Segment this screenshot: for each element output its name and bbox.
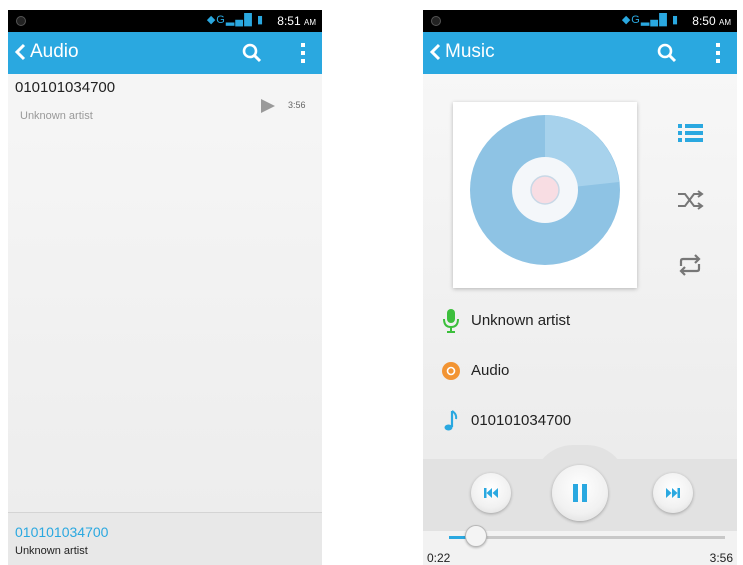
artist-row: Unknown artist — [441, 306, 721, 336]
track-row: 010101034700 — [441, 406, 721, 436]
pause-icon — [573, 484, 587, 502]
back-chevron-icon[interactable] — [13, 40, 29, 64]
music-note-icon — [444, 410, 458, 431]
track-title: 010101034700 — [15, 79, 116, 96]
elapsed-time: 0:22 — [427, 551, 451, 565]
seek-bar[interactable] — [449, 536, 725, 539]
app-bar: Music — [423, 32, 737, 74]
artist-name: Unknown artist — [471, 312, 571, 329]
audio-list-screen: ◆G▂▄█ ▮ 8:51 AM Audio 010101034700 Unkno… — [8, 10, 322, 565]
status-bar: ◆G▂▄█ ▮ 8:50 AM — [423, 10, 737, 32]
notification-icon — [16, 16, 26, 26]
page-title[interactable]: Music — [445, 41, 495, 63]
play-icon[interactable] — [259, 98, 277, 114]
playlist-icon[interactable] — [673, 118, 707, 148]
back-chevron-icon[interactable] — [428, 40, 444, 64]
album-disc-icon — [442, 362, 460, 380]
cd-disc-icon — [470, 115, 620, 265]
search-icon[interactable] — [655, 41, 679, 65]
next-button[interactable] — [653, 473, 693, 513]
track-artist: Unknown artist — [20, 110, 93, 122]
overflow-menu-icon[interactable] — [713, 41, 723, 65]
notification-icon — [431, 16, 441, 26]
status-time: 8:50 AM — [692, 14, 731, 28]
track-name: 010101034700 — [471, 412, 572, 429]
app-bar: Audio — [8, 32, 322, 74]
page-title[interactable]: Audio — [30, 41, 79, 63]
status-time: 8:51 AM — [277, 14, 316, 28]
track-duration: 3:56 — [288, 100, 306, 110]
list-item[interactable]: 010101034700 Unknown artist 3:56 — [8, 74, 322, 128]
shuffle-icon[interactable] — [673, 185, 707, 215]
list-area — [8, 128, 322, 512]
previous-icon — [484, 488, 498, 498]
pause-button[interactable] — [552, 465, 608, 521]
signal-icons: ◆G▂▄█ ▮ — [206, 14, 264, 26]
now-playing-artist: Unknown artist — [15, 545, 88, 557]
total-time: 3:56 — [709, 551, 733, 565]
previous-button[interactable] — [471, 473, 511, 513]
overflow-menu-icon[interactable] — [298, 41, 308, 65]
microphone-icon — [443, 309, 459, 333]
signal-icons: ◆G▂▄█ ▮ — [621, 14, 679, 26]
album-art — [453, 102, 637, 288]
now-playing-bar[interactable]: 010101034700 Unknown artist — [8, 512, 322, 565]
music-player-screen: ◆G▂▄█ ▮ 8:50 AM Music Unknown artist Aud… — [423, 10, 737, 565]
search-icon[interactable] — [240, 41, 264, 65]
repeat-icon[interactable] — [673, 250, 707, 280]
seek-thumb[interactable] — [465, 525, 487, 547]
now-playing-title: 010101034700 — [15, 524, 109, 540]
album-row: Audio — [441, 356, 721, 386]
next-icon — [666, 488, 680, 498]
status-bar: ◆G▂▄█ ▮ 8:51 AM — [8, 10, 322, 32]
album-name: Audio — [471, 362, 510, 379]
